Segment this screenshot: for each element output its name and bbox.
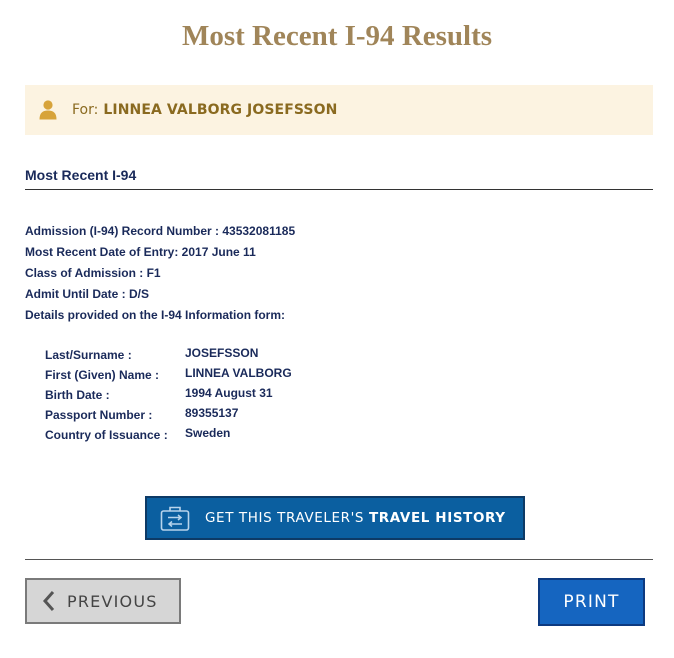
details-intro: Details provided on the I-94 Information… [25,308,286,322]
admit-until-date: Admit Until Date : D/S [25,287,150,301]
detail-value: 89355137 [185,406,239,420]
entry-date: Most Recent Date of Entry: 2017 June 11 [25,245,256,259]
detail-row-passport: Passport Number : 89355137 [45,406,292,426]
page-title-bold: Most Recent I-94 [181,20,395,52]
previous-label: PREVIOUS [67,591,158,611]
traveler-details: Last/Surname : JOSEFSSON First (Given) N… [45,346,292,446]
detail-label: Birth Date : [45,388,110,402]
detail-label: Last/Surname : [45,348,132,362]
record-number: Admission (I-94) Record Number : 4353208… [25,224,296,238]
section-heading: Most Recent I-94 [25,167,137,183]
detail-value: 1994 August 31 [185,386,273,400]
print-button[interactable]: PRINT [538,578,645,626]
record-summary: Admission (I-94) Record Number : 4353208… [25,224,295,329]
detail-label: First (Given) Name : [45,368,160,382]
print-label: PRINT [563,592,620,612]
detail-row-country: Country of Issuance : Sweden [45,426,292,446]
detail-value: Sweden [185,426,231,440]
page-title-rest: Results [401,20,493,52]
detail-row-surname: Last/Surname : JOSEFSSON [45,346,292,366]
travel-history-label: GET THIS TRAVELER'S TRAVEL HISTORY [205,510,506,526]
detail-value: LINNEA VALBORG [185,366,292,380]
detail-row-given-name: First (Given) Name : LINNEA VALBORG [45,366,292,386]
detail-row-birth-date: Birth Date : 1994 August 31 [45,386,292,406]
section-divider [25,189,653,190]
detail-value: JOSEFSSON [185,346,259,360]
suitcase-icon [160,506,190,531]
traveler-banner: For: LINNEA VALBORG JOSEFSSON [25,85,653,135]
detail-label: Passport Number : [45,408,153,422]
travel-history-button[interactable]: GET THIS TRAVELER'S TRAVEL HISTORY [145,496,525,540]
person-icon [39,100,57,120]
class-of-admission: Class of Admission : F1 [25,266,161,280]
for-label: For: [72,102,99,118]
footer-divider [25,559,653,560]
page-title: Most Recent I-94 Results [0,20,674,53]
detail-label: Country of Issuance : [45,428,168,442]
previous-button[interactable]: PREVIOUS [25,578,181,624]
chevron-left-icon [42,591,55,611]
traveler-name: LINNEA VALBORG JOSEFSSON [103,102,338,118]
